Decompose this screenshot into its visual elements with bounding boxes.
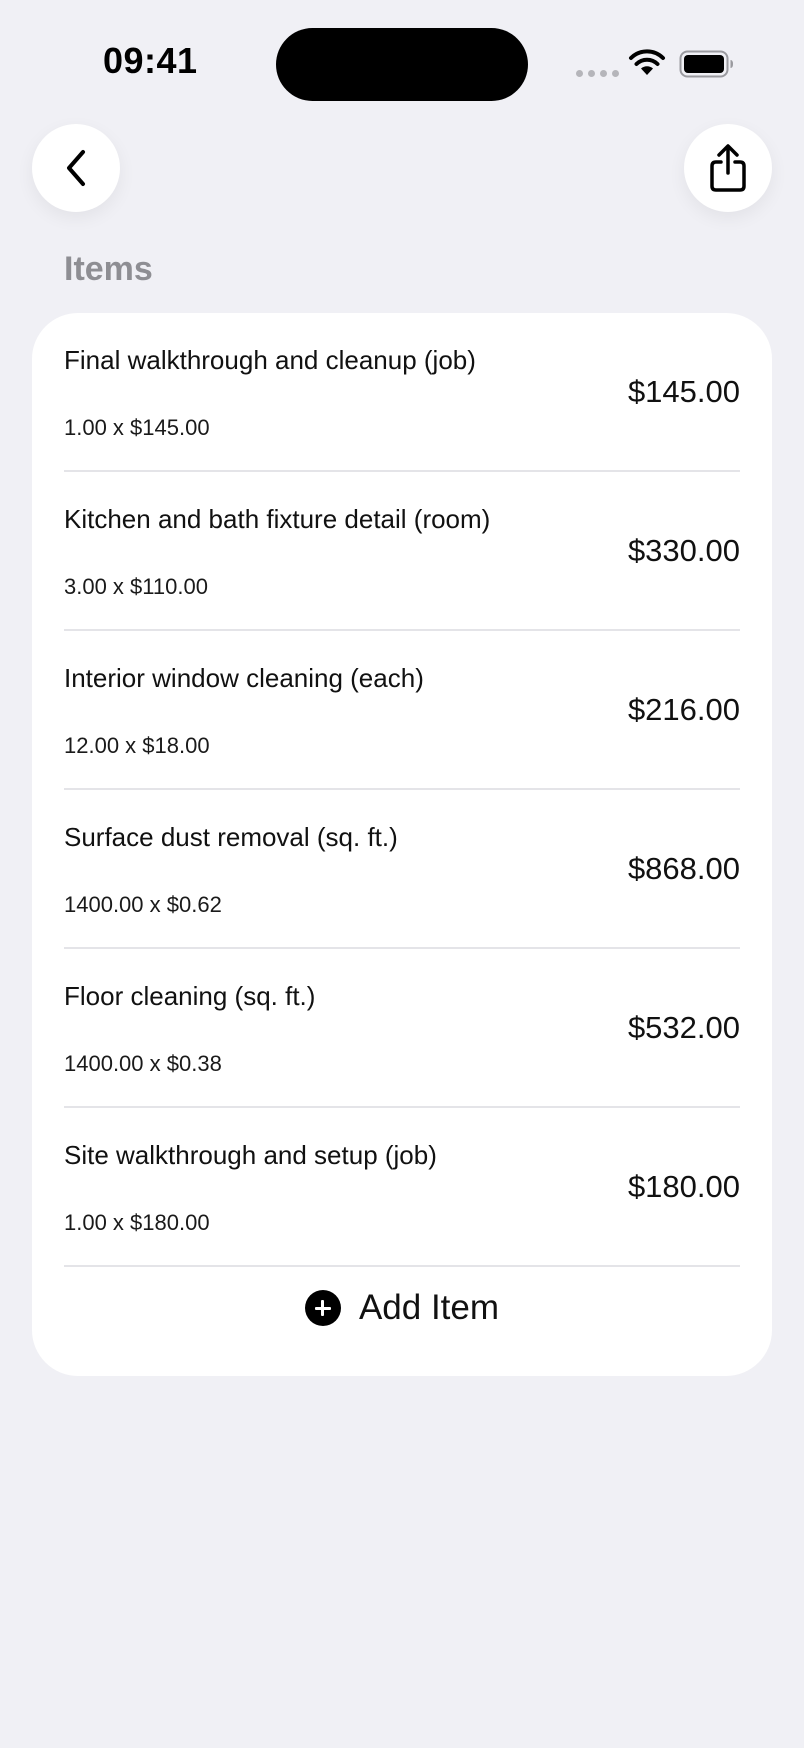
dynamic-island [276,28,528,101]
item-amount: $180.00 [627,1169,740,1204]
item-amount: $330.00 [627,533,740,568]
item-quantity-price: 1.00 x $145.00 [64,415,210,440]
add-item-button[interactable]: Add Item [32,1273,772,1343]
cellular-signal-icon [576,70,619,77]
list-item[interactable]: Floor cleaning (sq. ft.) 1400.00 x $0.38… [64,949,740,1108]
item-name: Final walkthrough and cleanup (job) [64,345,476,375]
plus-circle-icon [304,1290,341,1326]
back-button[interactable] [32,124,120,212]
share-icon [710,144,746,192]
chevron-left-icon [67,150,85,186]
screen: 09:41 Items Final walkthrough and cleanu… [0,0,804,1748]
item-name: Surface dust removal (sq. ft.) [64,822,398,852]
share-button[interactable] [684,124,772,212]
wifi-icon [629,49,665,75]
status-time: 09:41 [103,40,198,81]
add-item-label: Add Item [358,1288,500,1327]
item-amount: $868.00 [627,851,740,886]
item-quantity-price: 12.00 x $18.00 [64,733,210,758]
section-title: Items [64,250,153,288]
item-name: Interior window cleaning (each) [64,663,424,693]
items-card: Final walkthrough and cleanup (job) 1.00… [32,313,772,1376]
items-list: Final walkthrough and cleanup (job) 1.00… [64,313,740,1267]
list-item[interactable]: Interior window cleaning (each) 12.00 x … [64,631,740,790]
item-name: Floor cleaning (sq. ft.) [64,981,316,1011]
item-quantity-price: 3.00 x $110.00 [64,574,208,599]
item-quantity-price: 1400.00 x $0.38 [64,1051,222,1076]
battery-icon [679,50,733,78]
item-name: Site walkthrough and setup (job) [64,1140,437,1170]
item-name: Kitchen and bath fixture detail (room) [64,504,491,534]
list-item[interactable]: Surface dust removal (sq. ft.) 1400.00 x… [64,790,740,949]
list-item[interactable]: Site walkthrough and setup (job) 1.00 x … [64,1108,740,1267]
item-quantity-price: 1.00 x $180.00 [64,1210,210,1235]
item-quantity-price: 1400.00 x $0.62 [64,892,222,917]
item-amount: $216.00 [627,692,740,727]
item-amount: $145.00 [627,374,740,409]
item-amount: $532.00 [627,1010,740,1045]
list-item[interactable]: Kitchen and bath fixture detail (room) 3… [64,472,740,631]
list-item[interactable]: Final walkthrough and cleanup (job) 1.00… [64,313,740,472]
